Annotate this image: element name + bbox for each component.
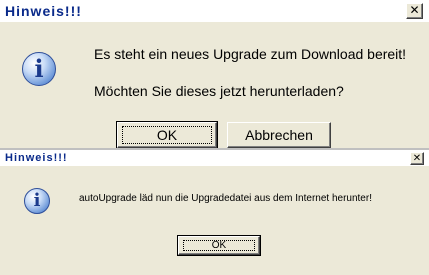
dialog-titlebar[interactable]: Hinweis!!! ✕ [0,0,429,22]
upgrade-available-dialog: Hinweis!!! ✕ i Es steht ein neues Upgrad… [0,0,429,148]
close-button[interactable]: ✕ [406,3,423,19]
cancel-button-label: Abbrechen [245,127,313,143]
close-icon: ✕ [409,3,420,17]
ok-button-label: OK [156,127,178,143]
info-icon: i [22,52,56,86]
message-text: autoUpgrade läd nun die Upgradedatei aus… [79,193,372,204]
ok-button[interactable]: OK [116,121,218,148]
ok-button[interactable]: OK [177,235,261,256]
cancel-button[interactable]: Abbrechen [227,122,331,148]
info-icon: i [24,188,50,214]
message-text: Es steht ein neues Upgrade zum Download … [94,46,407,62]
dialog-titlebar[interactable]: Hinweis!!! ✕ [0,150,429,166]
close-icon: ✕ [412,153,422,164]
download-dialog: Hinweis!!! ✕ i autoUpgrade läd nun die U… [0,148,429,275]
close-button[interactable]: ✕ [410,152,424,165]
dialog-title: Hinweis!!! [5,152,68,164]
ok-button-label: OK [211,240,227,251]
question-text: Möchten Sie dieses jetzt herunterladen? [94,83,344,99]
dialog-title: Hinweis!!! [5,3,82,19]
